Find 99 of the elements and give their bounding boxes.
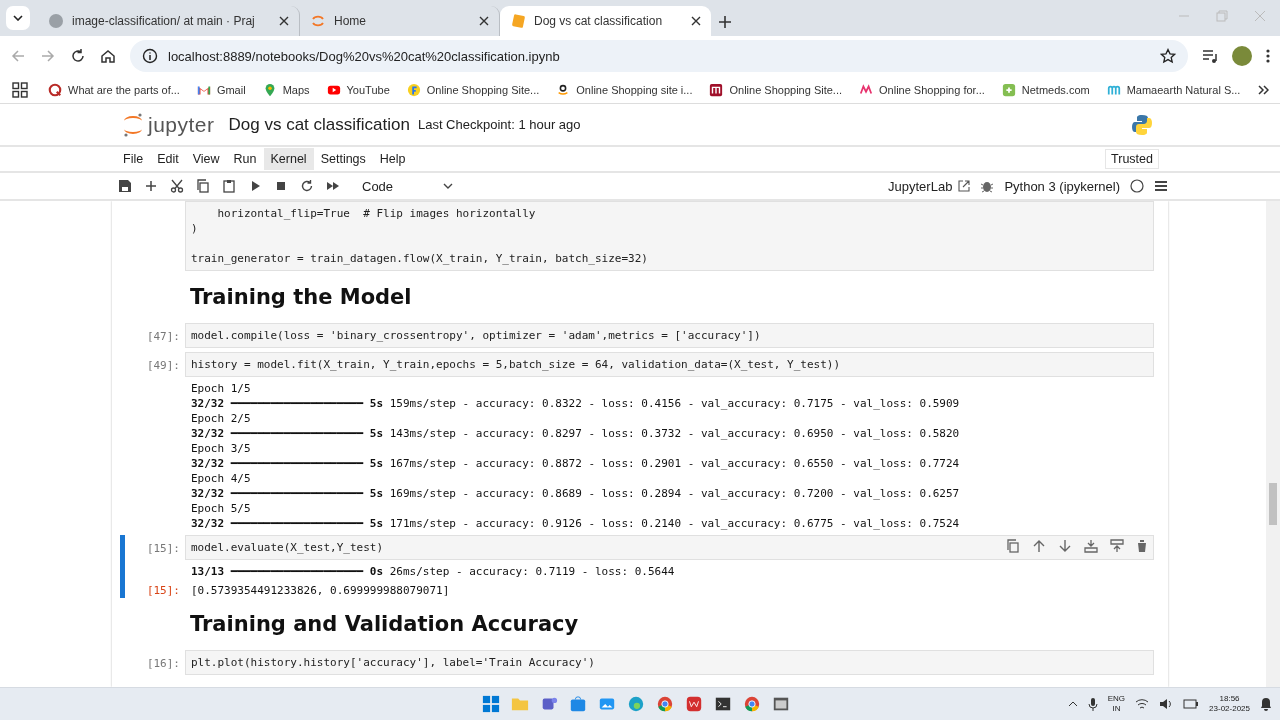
input-prompt: [47]:	[145, 329, 181, 343]
bookmark[interactable]: Maps	[262, 82, 310, 97]
jupyter-logo-icon	[122, 111, 144, 138]
insert-above-icon[interactable]	[1084, 539, 1098, 553]
move-down-icon[interactable]	[1058, 539, 1072, 553]
bug-icon[interactable]	[980, 179, 995, 193]
input-prompt: [16]:	[145, 656, 181, 670]
delete-icon[interactable]	[1136, 539, 1148, 553]
save-icon[interactable]	[118, 179, 132, 193]
app-window-icon[interactable]	[772, 695, 790, 713]
apps-icon[interactable]	[12, 81, 28, 98]
cell-output: 13/13 ━━━━━━━━━━━━━━━━━━━━ 0s 26ms/step - accuracy: 0.7119 - loss: 0.5644	[190, 564, 676, 579]
code-cell[interactable]: model.evaluate(X_test,Y_test)	[185, 535, 1154, 560]
section-heading: Training the Model	[190, 285, 413, 309]
store-icon[interactable]	[569, 695, 587, 713]
cut-icon[interactable]	[170, 179, 184, 193]
microphone-icon[interactable]	[1087, 697, 1098, 711]
ring-icon	[310, 13, 326, 29]
info-icon	[142, 48, 158, 64]
chevrons-right-icon[interactable]	[1257, 83, 1270, 96]
chevron-down-icon	[443, 183, 454, 189]
chevron-down-icon	[13, 15, 23, 21]
bookmark[interactable]: Online Shopping site i...	[556, 82, 693, 97]
code-cell[interactable]: history = model.fit(X_train, Y_train,epochs = 5,batch_size = 64, validation_data=(X_test, Y_test))	[185, 352, 1154, 377]
input-prompt: [49]:	[145, 358, 181, 372]
jupyter-wordmark: jupyter	[148, 112, 215, 137]
address-field[interactable]: localhost:8889/notebooks/Dog%20vs%20cat%20classification.ipynb	[130, 40, 1188, 72]
kernel-name[interactable]: Python 3 (ipykernel)	[1004, 178, 1120, 194]
copy-icon[interactable]	[196, 179, 210, 193]
notification-icon[interactable]	[1260, 697, 1272, 711]
code-cell[interactable]: plt.plot(history.history['accuracy'], label='Train Accuracy')	[185, 650, 1154, 675]
trusted-indicator[interactable]: Trusted	[1105, 149, 1159, 169]
bookmark[interactable]: Online Shopping Site...	[406, 82, 540, 97]
move-up-icon[interactable]	[1032, 539, 1046, 553]
python-logo-icon	[1130, 112, 1154, 137]
code-cell[interactable]: horizontal_flip=True # Flip images horizontally ) train_generator = train_datagen.flow(X_train, Y_train, batch_size=32)	[185, 201, 1154, 271]
avatar[interactable]	[1232, 46, 1252, 66]
bookmark[interactable]: Online Shopping for...	[859, 82, 985, 97]
fast-forward-icon[interactable]	[326, 179, 340, 193]
bookmark[interactable]: Online Shopping Site...	[709, 82, 842, 97]
chrome-icon[interactable]	[656, 695, 674, 713]
notebook-title[interactable]: Dog vs cat classification	[228, 114, 410, 135]
browser-tab[interactable]: Dog vs cat classification	[500, 6, 711, 36]
menu-item[interactable]: Kernel	[263, 148, 314, 170]
output-prompt: [15]:	[145, 583, 181, 597]
section-heading: Training and Validation Accuracy	[190, 612, 580, 636]
scrollbar-thumb[interactable]	[1269, 483, 1277, 525]
jupyterlab-link[interactable]: JupyterLab	[888, 178, 971, 194]
tab-search-button[interactable]	[6, 6, 30, 30]
cell-output: [0.5739354491233826, 0.699999988079071]	[190, 583, 451, 598]
new-tab-icon[interactable]	[719, 16, 731, 28]
terminal-icon[interactable]	[714, 695, 732, 713]
more-icon[interactable]	[1266, 48, 1270, 64]
stop-icon[interactable]	[274, 179, 288, 193]
chrome-icon[interactable]	[743, 695, 761, 713]
star-icon[interactable]	[1160, 48, 1176, 64]
bookmark[interactable]: Netmeds.com	[1001, 82, 1090, 97]
menu-item[interactable]: Edit	[150, 148, 186, 170]
site-icon	[406, 82, 421, 97]
home-icon[interactable]	[100, 48, 116, 64]
chevron-up-icon[interactable]	[1067, 701, 1078, 707]
bookmark[interactable]: What are the parts of...	[48, 82, 180, 97]
language-indicator[interactable]: ENG IN	[1107, 694, 1126, 714]
site-icon	[709, 82, 724, 97]
clock[interactable]: 18:56 23-02-2025	[1209, 694, 1250, 714]
restart-icon[interactable]	[300, 179, 314, 193]
site-icon	[1001, 82, 1016, 97]
external-link-icon	[958, 180, 971, 192]
menu-item[interactable]: View	[185, 148, 227, 170]
windows-icon[interactable]	[482, 695, 500, 713]
cell-output: Epoch 1/5 32/32 ━━━━━━━━━━━━━━━━━━━━ 5s 159ms/step - accuracy: 0.8322 - loss: 0.4156 - val_accuracy: 0.7175 - val_loss: 0.5909 Epoch 2/5 32/32 ━━━━━━━━━━━━━━━━━━━━ 5s 143ms/step - accuracy: 0.8297 - loss: 0.3732 - val_accuracy: 0.6950 - val_loss: 0.5820 Epoch 3/5 32/32 ━━━━━━━━━━━━━━━━━━━━ 5s 167ms/step - accuracy: 0.8872 - loss: 0.2901 - val_accuracy: 0.6550 - val_loss: 0.7724 Epoch 4/5 32/32 ━━━━━━━━━━━━━━━━━━━━ 5s 169ms/step - accuracy: 0.8689 - loss: 0.2894 - val_accuracy: 0.7200 - val_loss: 0.6257 Epoch 5/5 32/32 ━━━━━━━━━━━━━━━━━━━━ 5s 171ms/step - accuracy: 0.9126 - loss: 0.2140 - val_accuracy: 0.6775 - val_loss: 0.7524	[190, 381, 961, 531]
site-icon	[859, 82, 873, 97]
media-icon[interactable]	[1202, 48, 1218, 64]
kernel-status-icon	[1130, 179, 1144, 193]
cell-type-dropdown[interactable]: Code	[362, 178, 454, 194]
close-icon[interactable]	[279, 16, 289, 26]
wifi-icon[interactable]	[1135, 698, 1150, 710]
menu-icon[interactable]	[1154, 180, 1168, 192]
add-icon[interactable]	[144, 179, 158, 193]
bookmark[interactable]: Gmail	[196, 82, 246, 97]
office-icon[interactable]	[685, 695, 703, 713]
menu-item[interactable]: Run	[226, 148, 264, 170]
bookmark[interactable]: Mamaearth Natural S...	[1106, 82, 1241, 97]
reload-icon[interactable]	[70, 48, 86, 64]
bookmark[interactable]: YouTube	[326, 82, 390, 97]
duplicate-icon[interactable]	[1006, 539, 1020, 553]
checkpoint-text: Last Checkpoint: 1 hour ago	[417, 117, 581, 132]
menu-item[interactable]: Settings	[313, 148, 373, 170]
menu-item[interactable]: File	[116, 148, 151, 170]
menu-item[interactable]: Help	[372, 148, 413, 170]
volume-icon[interactable]	[1159, 698, 1174, 710]
site-icon	[48, 82, 62, 97]
code-cell[interactable]: model.compile(loss = 'binary_crossentropy', optimizer = 'adam',metrics = ['accuracy'])	[185, 323, 1154, 348]
close-icon[interactable]	[691, 16, 701, 26]
close-icon[interactable]	[479, 16, 489, 26]
battery-icon[interactable]	[1183, 699, 1200, 709]
insert-below-icon[interactable]	[1110, 539, 1124, 553]
input-prompt: [15]:	[145, 541, 181, 555]
paste-icon[interactable]	[222, 179, 236, 193]
